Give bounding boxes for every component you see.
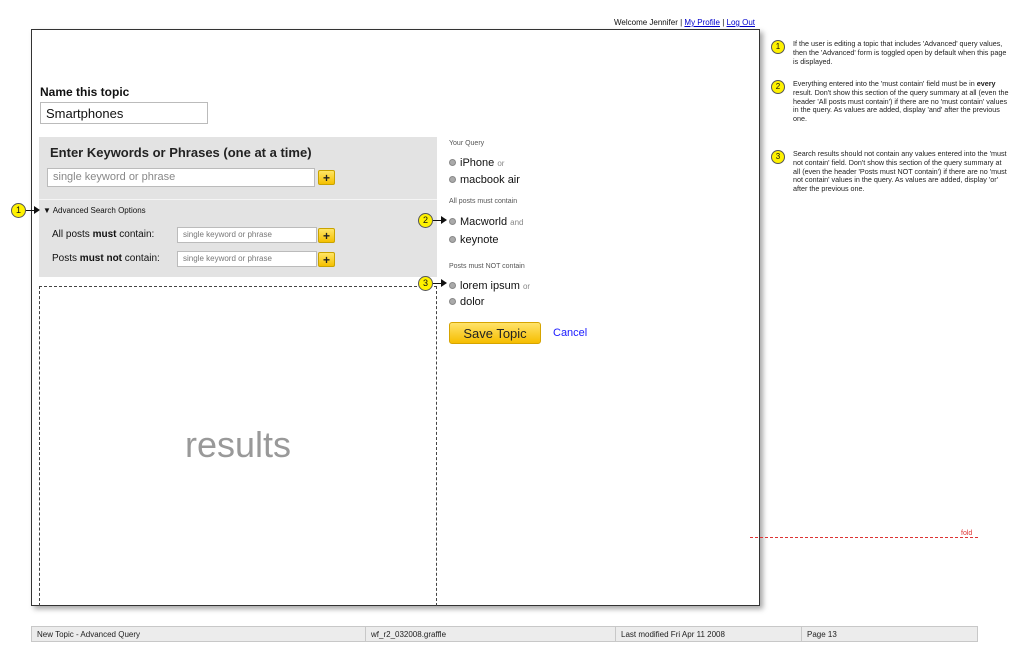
log-out-link[interactable]: Log Out (727, 18, 755, 27)
must-contain-label: All posts must contain: (52, 229, 154, 240)
note-text-part: result. Don't show this section of the q… (793, 87, 1009, 124)
welcome-text: Welcome Jennifer (613, 18, 678, 27)
query-conjunction: or (522, 282, 531, 291)
panel-divider (39, 199, 437, 200)
keyword-heading: Enter Keywords or Phrases (one at a time… (50, 145, 312, 160)
query-item: iPhone or (449, 157, 504, 169)
note-text-1: If the user is editing a topic that incl… (793, 39, 1007, 66)
topic-name-input[interactable]: Smartphones (40, 102, 208, 124)
results-placeholder: results (184, 424, 292, 465)
separator: | (680, 18, 683, 27)
callout-arrow (26, 210, 34, 211)
must-not-contain-label: Posts must not contain: (52, 253, 160, 264)
your-query-heading: Your Query (449, 140, 485, 147)
query-item-text: lorem ipsum (460, 280, 520, 292)
remove-icon[interactable] (449, 235, 456, 243)
footer-modified: Last modified Fri Apr 11 2008 (616, 627, 802, 641)
arrow-head-icon (441, 216, 447, 224)
note-number-3: 3 (771, 150, 785, 164)
label-part: contain: (116, 229, 155, 240)
arrow-head-icon (441, 279, 447, 287)
query-item-text: macbook air (460, 174, 520, 186)
query-item: lorem ipsum or (449, 280, 530, 292)
remove-icon[interactable] (449, 281, 456, 289)
must-not-contain-heading: Posts must NOT contain (449, 263, 525, 270)
add-must-not-contain-button[interactable]: + (318, 252, 335, 267)
footer-file: wf_r2_032008.graffle (366, 627, 616, 641)
query-item-text: Macworld (460, 216, 508, 228)
query-item: dolor (449, 296, 484, 308)
add-must-contain-button[interactable]: + (318, 228, 335, 243)
cancel-link[interactable]: Cancel (553, 327, 587, 339)
save-topic-button[interactable]: Save Topic (449, 322, 541, 344)
label-part: All posts (52, 229, 93, 240)
must-not-contain-input[interactable]: single keyword or phrase (177, 251, 317, 267)
keyword-input[interactable]: single keyword or phrase (47, 168, 315, 187)
query-item: keynote (449, 234, 499, 246)
arrow-head-icon (34, 206, 40, 214)
callout-arrow (433, 220, 441, 221)
remove-icon[interactable] (449, 217, 456, 225)
welcome-bar: Welcome Jennifer | My Profile | Log Out (560, 18, 755, 27)
query-item-text: iPhone (460, 157, 495, 169)
callout-arrow (433, 283, 441, 284)
query-item-text: dolor (460, 296, 485, 308)
query-item-text: keynote (460, 234, 499, 246)
callout-1: 1 (11, 203, 26, 218)
footer-title: New Topic - Advanced Query (32, 627, 366, 641)
separator: | (722, 18, 725, 27)
must-contain-heading: All posts must contain (449, 198, 518, 205)
note-number-1: 1 (771, 40, 785, 54)
add-keyword-button[interactable]: + (318, 170, 335, 185)
query-item: macbook air (449, 174, 520, 186)
my-profile-link[interactable]: My Profile (684, 18, 720, 27)
remove-icon[interactable] (449, 158, 456, 166)
fold-line (750, 537, 978, 538)
query-item: Macworld and (449, 216, 524, 228)
note-number-2: 2 (771, 80, 785, 94)
fold-label: fold (961, 530, 973, 537)
label-emphasis: must (92, 229, 117, 240)
remove-icon[interactable] (449, 297, 456, 305)
remove-icon[interactable] (449, 175, 456, 183)
note-emphasis: every (976, 79, 996, 88)
topic-name-label: Name this topic (40, 85, 130, 99)
note-text-3: Search results should not contain any va… (793, 149, 1007, 194)
label-part: contain: (122, 253, 160, 264)
advanced-options-toggle[interactable]: ▼ Advanced Search Options (43, 206, 146, 215)
document-footer: New Topic - Advanced Query wf_r2_032008.… (31, 626, 978, 642)
label-part: Posts (52, 253, 80, 264)
note-text-2: Everything entered into the 'must contai… (793, 79, 1009, 124)
query-conjunction: or (497, 159, 505, 168)
must-contain-input[interactable]: single keyword or phrase (177, 227, 317, 243)
note-text-part: Everything entered into the 'must contai… (793, 79, 977, 88)
callout-2: 2 (418, 213, 433, 228)
query-conjunction: and (510, 218, 524, 227)
callout-3: 3 (418, 276, 433, 291)
label-emphasis: must not (79, 253, 123, 264)
footer-page: Page 13 (807, 630, 837, 639)
